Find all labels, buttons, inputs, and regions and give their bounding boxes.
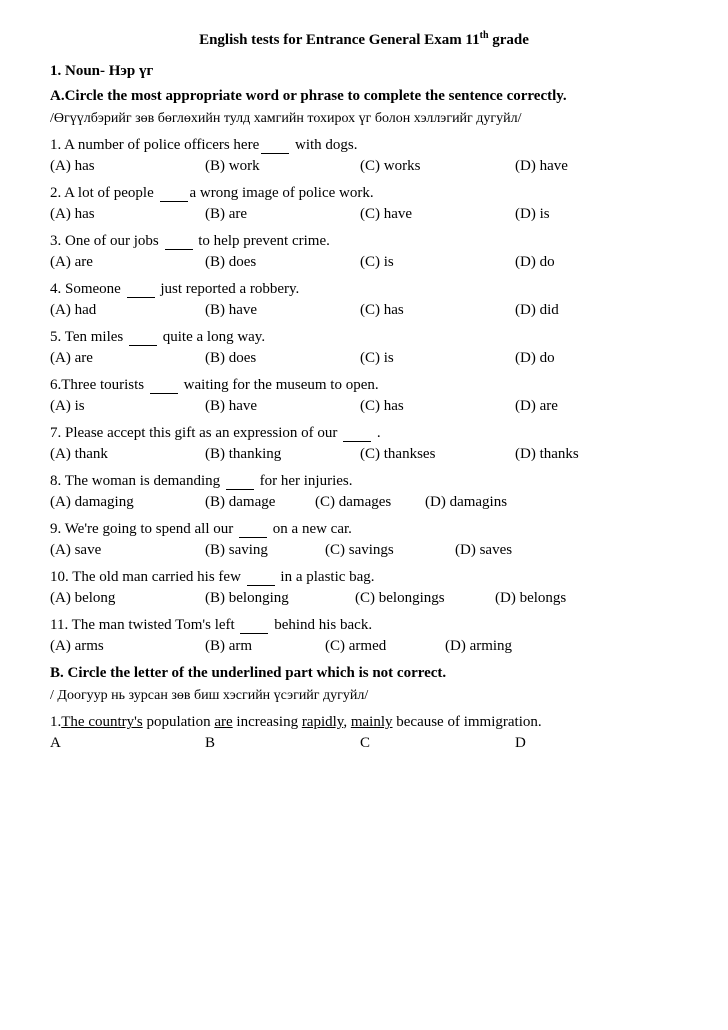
option-6a: (A) is — [50, 398, 205, 415]
blank-7 — [343, 441, 371, 442]
option-3a: (A) are — [50, 254, 205, 271]
option-7a: (A) thank — [50, 446, 205, 463]
option-1d: (D) have — [515, 158, 670, 175]
options-11: (A) arms (B) arm (C) armed (D) arming — [50, 638, 678, 655]
options-1: (A) has (B) work (C) works (D) have — [50, 158, 678, 175]
option-1a: (A) has — [50, 158, 205, 175]
option-2a: (A) has — [50, 206, 205, 223]
section1-heading: 1. Noun- Нэр үг — [50, 63, 678, 80]
options-10: (A) belong (B) belonging (C) belongings … — [50, 590, 678, 607]
blank-11 — [240, 633, 268, 634]
option-10a: (A) belong — [50, 590, 205, 607]
options-3: (A) are (B) does (C) is (D) do — [50, 254, 678, 271]
title-sup: th — [480, 30, 489, 41]
option-1b: (B) work — [205, 158, 360, 175]
page-container: English tests for Entrance General Exam … — [50, 30, 678, 752]
option-5a: (A) are — [50, 350, 205, 367]
blank-5 — [129, 345, 157, 346]
option-4b: (B) have — [205, 302, 360, 319]
option-3d: (D) do — [515, 254, 670, 271]
option-8d: (D) damagins — [425, 494, 535, 511]
option-10c: (C) belongings — [355, 590, 495, 607]
option-7c: (C) thankses — [360, 446, 515, 463]
title-suffix: grade — [489, 32, 529, 48]
blank-10 — [247, 585, 275, 586]
blank-3 — [165, 249, 193, 250]
option-8b: (B) damage — [205, 494, 315, 511]
option-10b: (B) belonging — [205, 590, 355, 607]
blank-6 — [150, 393, 178, 394]
option-1c: (C) works — [360, 158, 515, 175]
option-2b: (B) are — [205, 206, 360, 223]
options-9: (A) save (B) saving (C) savings (D) save… — [50, 542, 678, 559]
question-6: 6.Three tourists waiting for the museum … — [50, 377, 678, 394]
underline-d: mainly — [351, 714, 393, 730]
question-5: 5. Ten miles quite a long way. — [50, 329, 678, 346]
option-9d: (D) saves — [455, 542, 555, 559]
section-b-q1: 1.The country's population are increasin… — [50, 714, 678, 731]
page-title: English tests for Entrance General Exam … — [50, 30, 678, 49]
option-2c: (C) have — [360, 206, 515, 223]
option-6c: (C) has — [360, 398, 515, 415]
option-11a: (A) arms — [50, 638, 205, 655]
option-8a: (A) damaging — [50, 494, 205, 511]
option-9a: (A) save — [50, 542, 205, 559]
options-5: (A) are (B) does (C) is (D) do — [50, 350, 678, 367]
question-1: 1. A number of police officers here with… — [50, 137, 678, 154]
section-a-mongolian: /Өгүүлбэрийг зөв бөглөхийн тулд хамгийн … — [50, 111, 678, 127]
section-b-instruction: B. Circle the letter of the underlined p… — [50, 665, 678, 682]
question-4: 4. Someone just reported a robbery. — [50, 281, 678, 298]
blank-8 — [226, 489, 254, 490]
question-11: 11. The man twisted Tom's left behind hi… — [50, 617, 678, 634]
option-7b: (B) thanking — [205, 446, 360, 463]
question-10: 10. The old man carried his few in a pla… — [50, 569, 678, 586]
option-2d: (D) is — [515, 206, 670, 223]
blank-4 — [127, 297, 155, 298]
question-2: 2. A lot of people a wrong image of poli… — [50, 185, 678, 202]
question-8: 8. The woman is demanding for her injuri… — [50, 473, 678, 490]
underline-b: are — [214, 714, 232, 730]
question-3: 3. One of our jobs to help prevent crime… — [50, 233, 678, 250]
underline-c: rapidly — [302, 714, 344, 730]
question-7: 7. Please accept this gift as an express… — [50, 425, 678, 442]
option-11d: (D) arming — [445, 638, 545, 655]
option-9b: (B) saving — [205, 542, 325, 559]
title-main: English tests for Entrance General Exam … — [199, 32, 480, 48]
section-b-q1-letters: A B C D — [50, 735, 678, 752]
letter-b: B — [205, 735, 360, 752]
option-4a: (A) had — [50, 302, 205, 319]
letter-d: D — [515, 735, 670, 752]
option-6d: (D) are — [515, 398, 670, 415]
letter-a: A — [50, 735, 205, 752]
section-a-instruction: A.Circle the most appropriate word or ph… — [50, 88, 678, 105]
option-11c: (C) armed — [325, 638, 445, 655]
options-2: (A) has (B) are (C) have (D) is — [50, 206, 678, 223]
options-6: (A) is (B) have (C) has (D) are — [50, 398, 678, 415]
option-11b: (B) arm — [205, 638, 325, 655]
option-5c: (C) is — [360, 350, 515, 367]
option-9c: (C) savings — [325, 542, 455, 559]
option-3b: (B) does — [205, 254, 360, 271]
option-6b: (B) have — [205, 398, 360, 415]
option-5d: (D) do — [515, 350, 670, 367]
underline-a: The country's — [61, 714, 142, 730]
options-4: (A) had (B) have (C) has (D) did — [50, 302, 678, 319]
blank-9 — [239, 537, 267, 538]
option-8c: (C) damages — [315, 494, 425, 511]
options-8: (A) damaging (B) damage (C) damages (D) … — [50, 494, 678, 511]
option-4d: (D) did — [515, 302, 670, 319]
section-b-mongolian: / Доогуур нь зурсан зөв биш хэсгийн үсэг… — [50, 688, 678, 704]
option-7d: (D) thanks — [515, 446, 670, 463]
options-7: (A) thank (B) thanking (C) thankses (D) … — [50, 446, 678, 463]
option-4c: (C) has — [360, 302, 515, 319]
letter-c: C — [360, 735, 515, 752]
question-9: 9. We're going to spend all our on a new… — [50, 521, 678, 538]
option-3c: (C) is — [360, 254, 515, 271]
option-10d: (D) belongs — [495, 590, 595, 607]
blank-1 — [261, 153, 289, 154]
blank-2 — [160, 201, 188, 202]
option-5b: (B) does — [205, 350, 360, 367]
